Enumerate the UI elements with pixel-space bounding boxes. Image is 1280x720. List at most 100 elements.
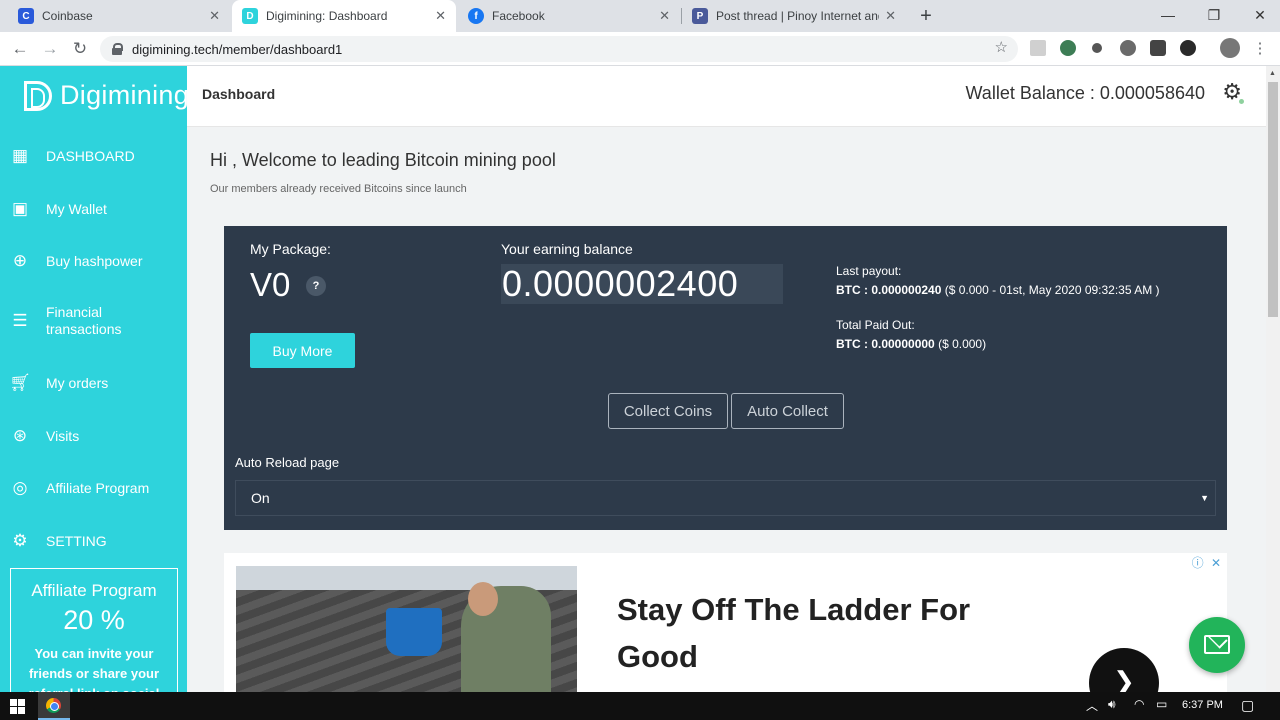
caret-down-icon: ▼ (1200, 493, 1209, 503)
ad-image[interactable] (236, 566, 577, 692)
dashboard-icon: ▦ (11, 146, 29, 165)
back-button[interactable]: ← (8, 37, 32, 61)
sidebar-item-label: DASHBOARD (46, 147, 135, 164)
sidebar-item-financial-transactions[interactable]: ☰ Financial transactions (0, 304, 187, 338)
breadcrumb: Dashboard (202, 86, 276, 102)
advertisement[interactable]: ⓘ ✕ Stay Off The Ladder For Good ❯ (224, 553, 1227, 692)
sidebar-item-setting[interactable]: ⚙ SETTING (0, 531, 187, 551)
windows-taskbar: ︿ 🔊︎ ◠ ▭ 6:37 PM ▢ (0, 692, 1280, 720)
close-icon[interactable]: ✕ (885, 8, 896, 24)
welcome-heading: Hi , Welcome to leading Bitcoin mining p… (210, 150, 556, 170)
welcome-subtext: Our members already received Bitcoins si… (210, 183, 467, 195)
tab-coinbase[interactable]: C Coinbase ✕ (8, 0, 230, 32)
ad-next-arrow-icon[interactable]: ❯ (1089, 648, 1159, 692)
help-icon[interactable]: ? (306, 276, 326, 296)
wifi-icon[interactable]: ◠ (1134, 697, 1144, 711)
browser-toolbar: ← → ↻ digimining.tech/member/dashboard1 … (0, 32, 1280, 66)
lock-icon (112, 43, 123, 55)
affiliate-promo-title: Affiliate Program (31, 581, 157, 600)
extension-icon[interactable] (1060, 40, 1076, 56)
profile-avatar[interactable] (1220, 38, 1240, 58)
new-tab-button[interactable]: + (914, 4, 938, 28)
tab-pinoy[interactable]: P Post thread | Pinoy Internet and T ✕ (682, 0, 906, 32)
contact-mail-button[interactable] (1189, 617, 1245, 673)
pinoy-icon: P (692, 8, 708, 24)
sidebar-item-label: SETTING (46, 532, 107, 549)
earning-balance-value: 0.0000002400 (501, 264, 783, 304)
earning-balance-label: Your earning balance (501, 241, 633, 257)
total-paid-label: Total Paid Out: (836, 318, 915, 332)
tray-chevron-icon[interactable]: ︿ (1086, 697, 1098, 714)
extension-icon[interactable] (1030, 40, 1046, 56)
sidebar-item-label: My orders (46, 374, 109, 391)
window-close-button[interactable]: ✕ (1237, 0, 1280, 30)
brand-name: Digimining (60, 80, 187, 110)
digimining-logo-icon (24, 80, 52, 111)
collect-coins-button[interactable]: Collect Coins (608, 393, 728, 429)
maximize-button[interactable]: ❐ (1191, 0, 1237, 30)
blue-bucket (386, 608, 442, 656)
battery-icon[interactable]: ▭ (1156, 697, 1167, 711)
windows-start-icon[interactable] (10, 699, 25, 714)
tab-title: Post thread | Pinoy Internet and T (716, 9, 880, 23)
tab-title: Facebook (492, 9, 545, 23)
sidebar-item-label: Buy hashpower (46, 252, 143, 269)
gear-icon: ⚙ (12, 531, 28, 550)
tab-title: Coinbase (42, 9, 93, 23)
total-paid-detail: ($ 0.000) (934, 337, 987, 351)
affiliate-promo-text: You can invite your friends or share you… (28, 646, 160, 692)
close-icon[interactable]: ✕ (209, 8, 220, 24)
ad-headline[interactable]: Stay Off The Ladder For Good (617, 586, 1017, 680)
extension-icon[interactable] (1180, 40, 1196, 56)
clock[interactable]: 6:37 PM (1182, 699, 1223, 711)
auto-reload-select[interactable]: On ▼ (235, 480, 1216, 516)
affiliate-promo-percent: 20 % (63, 605, 125, 635)
affiliate-promo-box[interactable]: Affiliate Program 20 % You can invite yo… (10, 568, 178, 692)
sidebar-item-visits[interactable]: ⊛ Visits (0, 426, 187, 446)
bookmark-star-icon[interactable]: ☆ (995, 38, 1008, 56)
sidebar-item-buy-hashpower[interactable]: ⊕ Buy hashpower (0, 251, 187, 271)
wallet-balance: Wallet Balance : 0.000058640 (965, 83, 1205, 103)
last-payout-detail: ($ 0.000 - 01st, May 2020 09:32:35 AM ) (941, 283, 1160, 297)
browser-menu-icon[interactable]: ⋮ (1248, 37, 1272, 61)
globe-icon: ⊛ (12, 426, 28, 445)
address-bar[interactable]: digimining.tech/member/dashboard1 ☆ (100, 36, 1018, 62)
sidebar-item-affiliate-program[interactable]: ◎ Affiliate Program (0, 478, 187, 498)
extension-icon[interactable] (1092, 43, 1102, 53)
plus-circle-icon: ⊕ (12, 251, 28, 270)
volume-icon[interactable]: 🔊︎ (1108, 697, 1116, 712)
chrome-icon (46, 698, 61, 713)
last-payout-info: BTC : 0.000000240 ($ 0.000 - 01st, May 2… (836, 283, 1160, 297)
scrollbar-thumb[interactable] (1268, 82, 1278, 317)
mining-panel: My Package: V0 ? Buy More Your earning b… (224, 226, 1227, 530)
forward-button[interactable]: → (38, 37, 62, 61)
brand-logo[interactable]: Digimining (24, 80, 187, 111)
extension-icon[interactable] (1150, 40, 1166, 56)
sidebar-item-dashboard[interactable]: ▦ DASHBOARD (0, 146, 187, 166)
list-icon: ☰ (12, 311, 28, 330)
chrome-taskbar-button[interactable] (38, 692, 70, 720)
facebook-icon: f (468, 8, 484, 24)
buy-more-button[interactable]: Buy More (250, 333, 355, 368)
notification-icon[interactable]: ▢ (1241, 697, 1254, 714)
auto-collect-button[interactable]: Auto Collect (731, 393, 844, 429)
close-icon[interactable]: ✕ (435, 8, 446, 24)
scroll-up-arrow-icon[interactable]: ▲ (1269, 70, 1276, 77)
sidebar-item-wallet[interactable]: ▣ My Wallet (0, 199, 187, 219)
ad-info-close-icon[interactable]: ⓘ ✕ (1192, 554, 1223, 571)
sidebar-item-label: Financial transactions (46, 304, 122, 337)
worker-head (468, 582, 498, 616)
page-header: Dashboard Wallet Balance : 0.000058640 ⚙ (187, 66, 1266, 127)
extension-icon[interactable] (1120, 40, 1136, 56)
sidebar-item-my-orders[interactable]: 🛒︎ My orders (0, 373, 187, 393)
tab-facebook[interactable]: f Facebook ✕ (458, 0, 680, 32)
digimining-icon: D (242, 8, 258, 24)
reload-button[interactable]: ↻ (68, 37, 92, 61)
minimize-button[interactable]: — (1145, 0, 1191, 30)
package-label: My Package: (250, 241, 331, 257)
tab-digimining[interactable]: D Digimining: Dashboard ✕ (232, 0, 456, 32)
last-payout-btc: BTC : 0.000000240 (836, 283, 942, 297)
tab-title: Digimining: Dashboard (266, 9, 388, 23)
close-icon[interactable]: ✕ (659, 8, 670, 24)
page-scrollbar[interactable]: ▲ (1266, 66, 1280, 692)
